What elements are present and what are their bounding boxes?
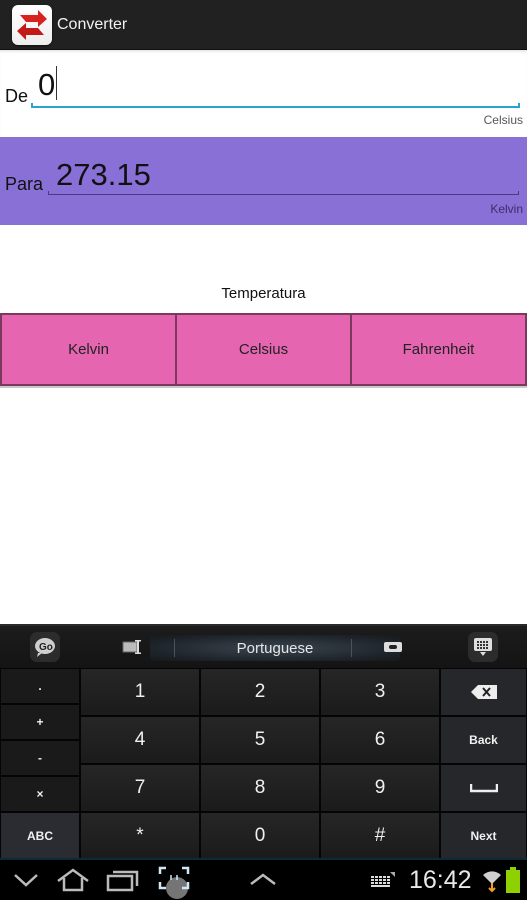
backspace-icon bbox=[470, 685, 497, 699]
to-label: Para bbox=[5, 174, 44, 194]
unit-button-fahrenheit[interactable]: Fahrenheit bbox=[351, 313, 527, 386]
key-hash[interactable]: # bbox=[320, 812, 440, 860]
converter-arrows-icon bbox=[12, 4, 52, 45]
key-2[interactable]: 2 bbox=[200, 668, 320, 716]
unit-buttons: Kelvin Celsius Fahrenheit bbox=[0, 313, 527, 388]
home-icon[interactable] bbox=[55, 868, 91, 892]
keyboard-notification-icon bbox=[371, 872, 395, 887]
from-input-underline bbox=[31, 103, 520, 108]
to-output-underline bbox=[48, 191, 519, 195]
system-bar: 16:42 bbox=[0, 858, 527, 900]
from-unit: Celsius bbox=[483, 113, 523, 127]
key-3[interactable]: 3 bbox=[320, 668, 440, 716]
to-row: Para 273.15 Kelvin bbox=[0, 137, 527, 225]
key-1[interactable]: 1 bbox=[80, 668, 200, 716]
app-title: Converter bbox=[57, 15, 128, 33]
from-value: 0 bbox=[38, 67, 56, 102]
from-row: De 0 Celsius bbox=[0, 50, 527, 137]
keyboard-hide-icon[interactable] bbox=[468, 632, 498, 662]
backspace-key[interactable] bbox=[440, 668, 527, 716]
text-caret bbox=[56, 66, 58, 100]
key-5[interactable]: 5 bbox=[200, 716, 320, 764]
svg-text:Go: Go bbox=[39, 642, 53, 653]
wifi-icon bbox=[483, 871, 501, 892]
key-minus[interactable]: - bbox=[0, 740, 80, 776]
to-output[interactable]: 273.15 bbox=[56, 157, 151, 193]
battery-icon bbox=[506, 867, 520, 893]
to-unit: Kelvin bbox=[490, 202, 523, 216]
back-key[interactable]: Back bbox=[440, 716, 527, 764]
screen: Converter De 0 Celsius Para 273.15 Kelvi… bbox=[0, 0, 527, 900]
key-asterisk[interactable]: * bbox=[80, 812, 200, 860]
unit-button-celsius[interactable]: Celsius bbox=[176, 313, 351, 386]
text-cursor-icon[interactable] bbox=[118, 632, 148, 662]
key-4[interactable]: 4 bbox=[80, 716, 200, 764]
from-label: De bbox=[5, 86, 29, 106]
soft-keyboard: Go Portuguese . + - × ABC 1 2 3 4 5 6 7 … bbox=[0, 624, 527, 860]
language-switcher[interactable]: Portuguese bbox=[150, 635, 400, 661]
space-icon bbox=[469, 784, 498, 793]
keyboard-toolbar: Go Portuguese bbox=[0, 626, 527, 668]
next-key[interactable]: Next bbox=[440, 812, 527, 860]
key-8[interactable]: 8 bbox=[200, 764, 320, 812]
from-input[interactable]: 0 bbox=[38, 66, 58, 103]
screenshot-icon[interactable] bbox=[156, 864, 196, 900]
recent-apps-icon[interactable] bbox=[106, 868, 140, 892]
key-abc[interactable]: ABC bbox=[0, 812, 80, 860]
menu-up-icon[interactable] bbox=[248, 872, 278, 886]
key-9[interactable]: 9 bbox=[320, 764, 440, 812]
key-0[interactable]: 0 bbox=[200, 812, 320, 860]
clipboard-icon[interactable] bbox=[378, 632, 408, 662]
category-title: Temperatura bbox=[221, 285, 306, 302]
action-bar: Converter bbox=[0, 0, 527, 50]
hide-keyboard-icon[interactable] bbox=[12, 872, 40, 888]
status-clock: 16:42 bbox=[409, 866, 472, 894]
key-plus[interactable]: + bbox=[0, 704, 80, 740]
key-6[interactable]: 6 bbox=[320, 716, 440, 764]
key-7[interactable]: 7 bbox=[80, 764, 200, 812]
key-dot[interactable]: . bbox=[0, 668, 80, 704]
key-multiply[interactable]: × bbox=[0, 776, 80, 812]
go-keyboard-icon[interactable]: Go bbox=[30, 632, 60, 662]
unit-button-kelvin[interactable]: Kelvin bbox=[0, 313, 176, 386]
space-key[interactable] bbox=[440, 764, 527, 812]
